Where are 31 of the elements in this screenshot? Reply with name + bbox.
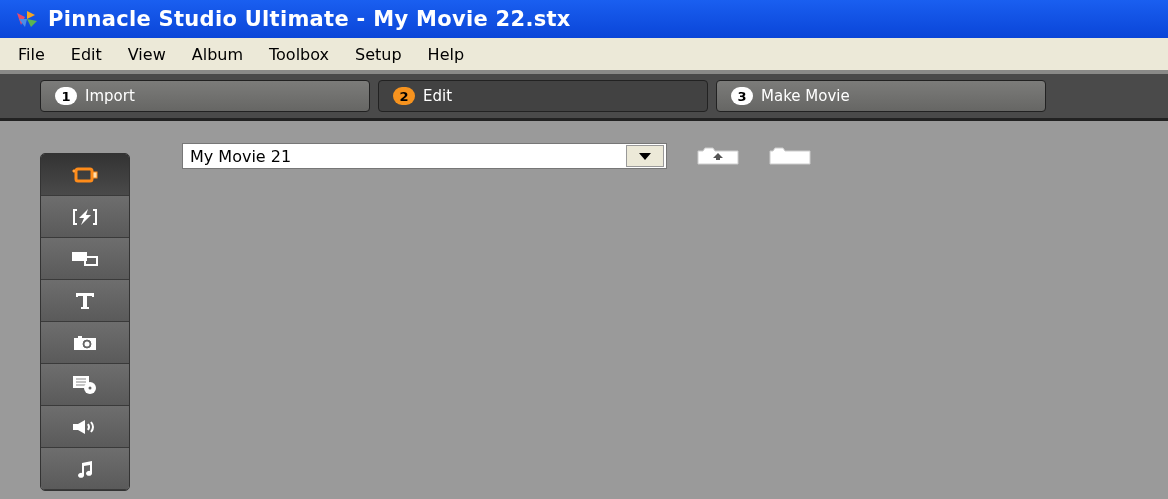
menu-item[interactable]: Help bbox=[427, 44, 465, 64]
overlays-tab[interactable] bbox=[41, 238, 129, 280]
step-tab[interactable]: 1 Import bbox=[40, 80, 370, 112]
disc-menus-tab[interactable] bbox=[41, 364, 129, 406]
menu-item[interactable]: Edit bbox=[70, 44, 102, 64]
sound-effects-tab[interactable] bbox=[41, 406, 129, 448]
folder-button[interactable] bbox=[769, 147, 811, 165]
step-tab[interactable]: 3 Make Movie bbox=[716, 80, 1046, 112]
photos-tab[interactable] bbox=[41, 322, 129, 364]
letter-t-icon bbox=[75, 291, 95, 310]
album-section-dropdown[interactable]: My Movie 21 bbox=[182, 143, 667, 169]
dropdown-caret-icon bbox=[639, 152, 651, 160]
transitions-tab[interactable] bbox=[41, 196, 129, 238]
music-note-icon bbox=[76, 459, 94, 478]
camcorder-icon bbox=[72, 166, 98, 183]
music-tab[interactable] bbox=[41, 448, 129, 490]
menu-item[interactable]: Album bbox=[191, 44, 243, 64]
menu-item[interactable]: File bbox=[18, 44, 45, 64]
up-arrow-folder-button[interactable] bbox=[697, 147, 739, 165]
menu-item[interactable]: View bbox=[127, 44, 166, 64]
app-logo-icon bbox=[14, 9, 40, 29]
camera-icon bbox=[73, 334, 97, 351]
menu-item[interactable]: Setup bbox=[355, 44, 402, 64]
list-disc-icon bbox=[72, 374, 98, 395]
window-title: Pinnacle Studio Ultimate - My Movie 22.stx bbox=[48, 7, 571, 31]
overlapping-rectangles-icon bbox=[71, 250, 99, 267]
lightning-frame-icon bbox=[72, 207, 98, 226]
video-tab[interactable] bbox=[41, 154, 129, 196]
titles-tab[interactable] bbox=[41, 280, 129, 322]
menu-item[interactable]: Toolbox bbox=[269, 44, 329, 64]
step-tab[interactable]: 2 Edit bbox=[378, 80, 708, 112]
